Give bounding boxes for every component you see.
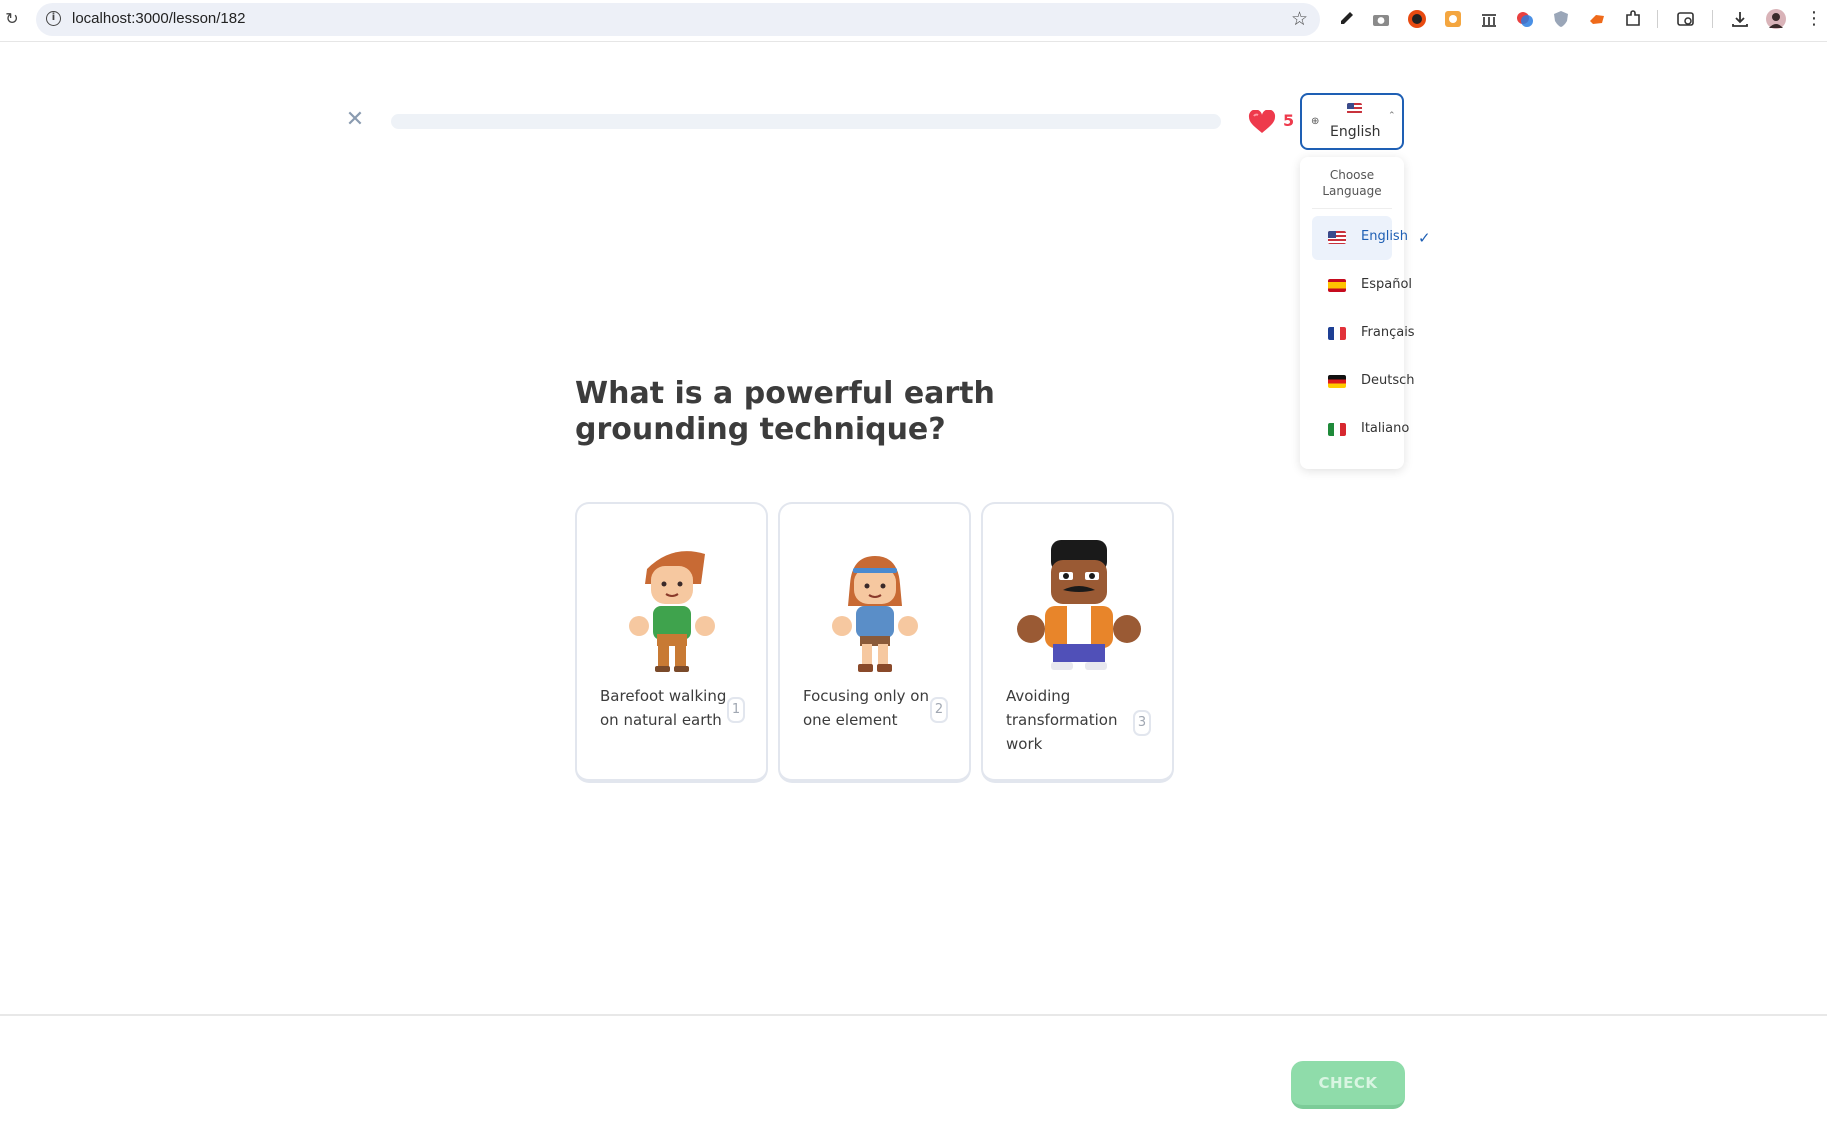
option-text: Avoiding transformation work: [1006, 687, 1118, 753]
close-lesson-button[interactable]: ✕: [345, 109, 365, 131]
heart-icon: [1248, 109, 1276, 134]
language-option-espanol[interactable]: Español: [1312, 264, 1412, 308]
globe-icon: ⊕: [1311, 116, 1320, 127]
reload-icon[interactable]: ↻: [2, 9, 22, 29]
language-option-deutsch[interactable]: Deutsch: [1312, 360, 1415, 404]
hearts-count: 5: [1283, 111, 1295, 130]
option-text: Focusing only on one element: [803, 687, 929, 729]
language-option-label: Français: [1361, 325, 1415, 340]
eyedropper-extension-icon[interactable]: [1336, 9, 1356, 29]
language-dropdown-menu: Choose Language English Español Français…: [1300, 157, 1415, 469]
language-option-label: Deutsch: [1361, 373, 1415, 388]
language-option-label: Español: [1361, 277, 1413, 292]
chevron-up-icon: ⌃: [1388, 111, 1396, 121]
toolbar-separator: [1657, 10, 1658, 28]
language-option-italiano[interactable]: Italiano: [1312, 408, 1409, 452]
url-text: localhost:3000/lesson/182: [72, 10, 246, 27]
colorful-extension-icon[interactable]: [1515, 9, 1535, 29]
selected-language-label: English: [1330, 124, 1381, 140]
option-number-badge: 1: [727, 697, 745, 723]
bookmark-star-icon[interactable]: ☆: [1291, 8, 1308, 30]
tab-search-icon[interactable]: [1676, 9, 1696, 29]
check-button[interactable]: CHECK: [1291, 1061, 1405, 1109]
site-info-icon[interactable]: i: [46, 11, 61, 26]
fox-extension-icon[interactable]: [1587, 9, 1607, 29]
language-option-francais[interactable]: Français: [1312, 312, 1415, 356]
more-menu-icon[interactable]: ⋮: [1804, 9, 1824, 29]
boy-character-illustration: [617, 544, 727, 674]
shield-extension-icon[interactable]: [1551, 9, 1571, 29]
answer-option-1[interactable]: Barefoot walking on natural earth 1: [575, 502, 768, 783]
language-option-label: English: [1361, 229, 1408, 244]
us-flag-icon: [1328, 231, 1346, 244]
question-title: What is a powerful earth grounding techn…: [575, 376, 995, 447]
it-flag-icon: [1328, 423, 1346, 436]
orange-square-extension-icon[interactable]: [1443, 9, 1463, 29]
camera-extension-icon[interactable]: [1371, 9, 1391, 29]
option-text: Barefoot walking on natural earth: [600, 687, 727, 729]
toolbar-separator: [1712, 10, 1713, 28]
us-flag-icon: [1347, 103, 1362, 114]
language-selector-button[interactable]: ⊕ English ⌃: [1300, 93, 1404, 150]
answer-option-2[interactable]: Focusing only on one element 2: [778, 502, 971, 783]
language-menu-title: Choose Language: [1322, 168, 1382, 198]
answer-option-3[interactable]: Avoiding transformation work 3: [981, 502, 1174, 783]
profile-avatar[interactable]: [1766, 9, 1786, 29]
download-icon[interactable]: [1730, 9, 1750, 29]
orange-r-extension-icon[interactable]: [1407, 9, 1427, 29]
man-character-illustration: [1011, 534, 1146, 674]
language-option-english[interactable]: English: [1312, 216, 1408, 260]
option-number-badge: 2: [930, 697, 948, 723]
browser-toolbar: ↻ i localhost:3000/lesson/182 ☆ ⋮: [0, 0, 1827, 42]
option-number-badge: 3: [1133, 710, 1151, 736]
es-flag-icon: [1328, 279, 1346, 292]
lesson-progress-bar: [391, 114, 1221, 129]
de-flag-icon: [1328, 375, 1346, 388]
bank-extension-icon[interactable]: [1479, 9, 1499, 29]
girl-character-illustration: [820, 544, 930, 674]
puzzle-extensions-icon[interactable]: [1623, 9, 1643, 29]
language-option-label: Italiano: [1361, 421, 1410, 436]
footer-divider: [0, 1014, 1827, 1016]
fr-flag-icon: [1328, 327, 1346, 340]
selected-checkmark-icon: ✓: [1418, 229, 1431, 247]
menu-divider: [1312, 208, 1392, 209]
address-bar[interactable]: i localhost:3000/lesson/182 ☆: [36, 3, 1320, 36]
